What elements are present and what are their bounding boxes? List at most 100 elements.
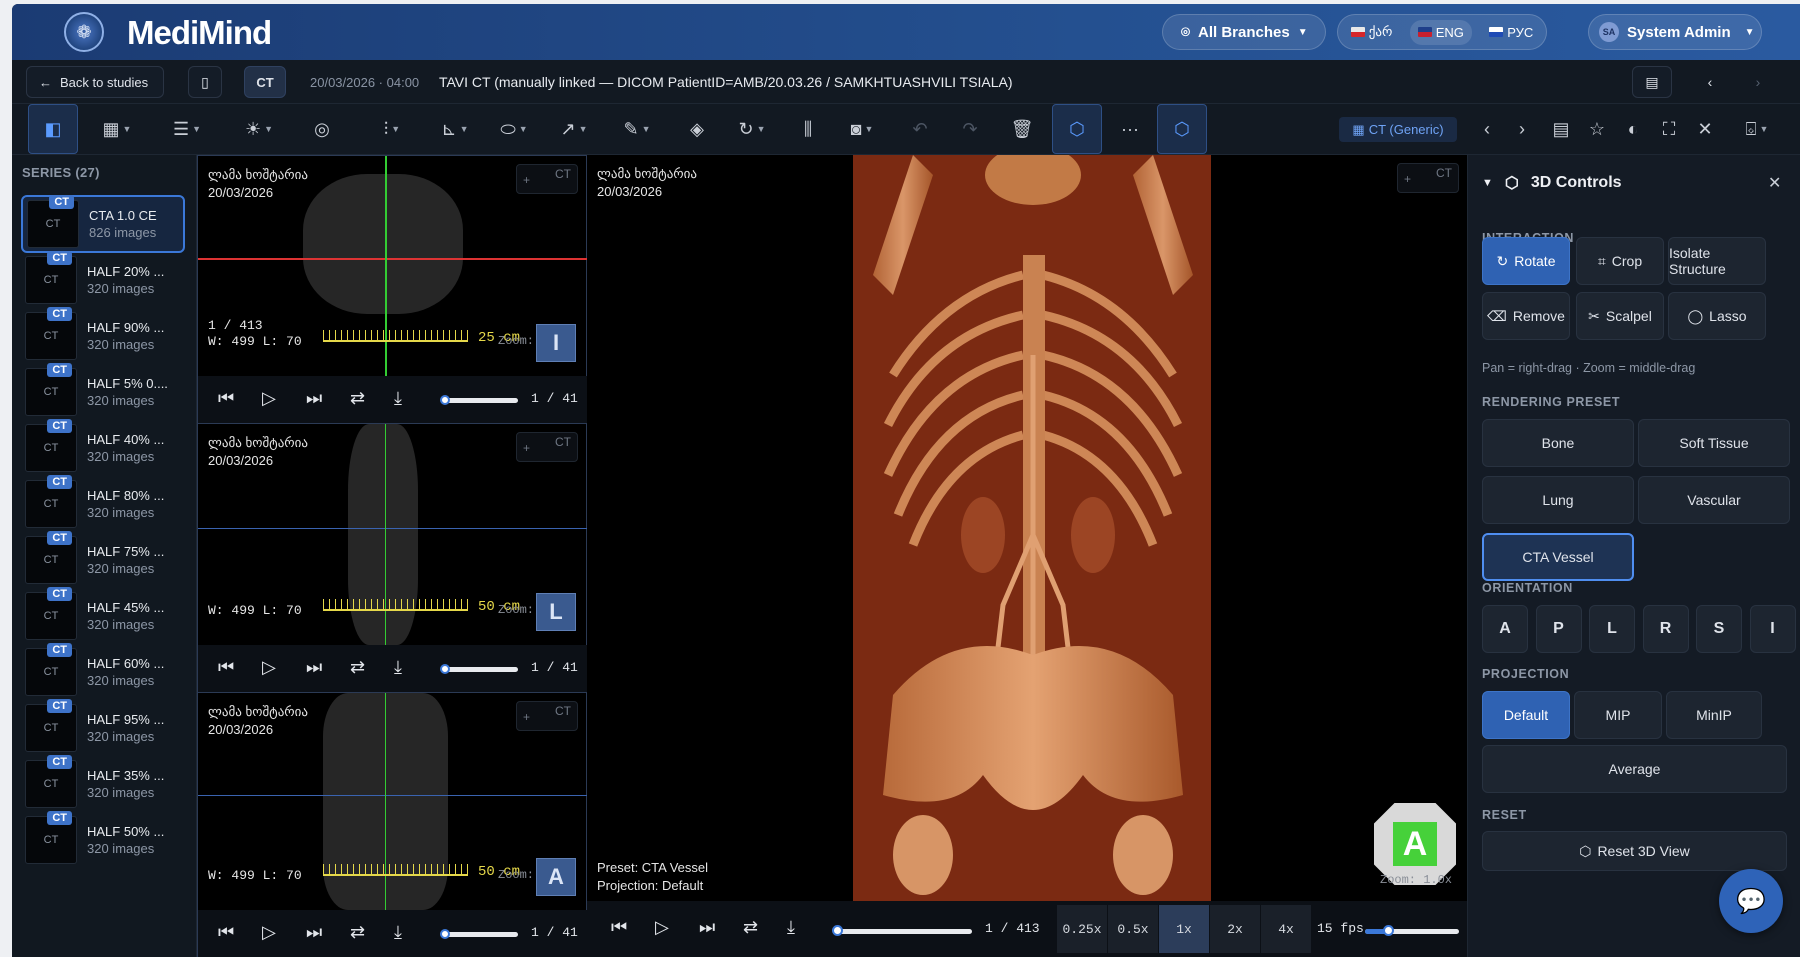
projection-button[interactable]: Average <box>1482 745 1787 793</box>
language-option[interactable]: РУС <box>1481 20 1541 45</box>
crosshair-vertical[interactable] <box>385 156 387 376</box>
series-item[interactable]: CT CT HALF 5% 0.... 320 images <box>21 363 185 421</box>
next-button[interactable]: › <box>1507 104 1537 154</box>
play-button[interactable]: ▷ <box>262 922 276 943</box>
previous-study-button[interactable]: ‹ <box>1688 66 1732 98</box>
projection-button[interactable]: MIP <box>1574 691 1662 739</box>
series-item[interactable]: CT CT HALF 50% ... 320 images <box>21 811 185 869</box>
rotate-image-button[interactable]: ↻ ▼ <box>727 104 777 154</box>
interaction-button[interactable]: ✂ Scalpel <box>1576 292 1664 340</box>
hanging-button[interactable]: ▤ <box>1544 104 1578 154</box>
favorite-button[interactable]: ☆ <box>1580 104 1614 154</box>
capture-button[interactable]: ◙ ▼ <box>837 104 887 154</box>
rendering-preset-button[interactable]: Lung <box>1482 476 1634 524</box>
layout-button[interactable]: ▦ ▼ <box>92 104 142 154</box>
series-item[interactable]: CT CT HALF 90% ... 320 images <box>21 307 185 365</box>
viewport-controls[interactable]: + CT <box>516 164 578 194</box>
language-option[interactable]: ENG <box>1409 19 1472 45</box>
orientation-button[interactable]: L <box>1589 605 1635 653</box>
viewport-controls[interactable]: + CT <box>1397 163 1459 193</box>
last-frame-button[interactable]: ⏭ <box>306 657 322 678</box>
frame-slider-handle[interactable] <box>440 395 450 405</box>
viewport-controls[interactable]: + CT <box>516 432 578 462</box>
layers-button[interactable]: ◈ <box>677 104 717 154</box>
series-item[interactable]: CT CT HALF 40% ... 320 images <box>21 419 185 477</box>
series-item[interactable]: CT CT HALF 80% ... 320 images <box>21 475 185 533</box>
loop-button[interactable]: ⇄ <box>350 922 365 943</box>
play-button[interactable]: ▷ <box>262 657 276 678</box>
window-level-button[interactable]: ☀ ▼ <box>234 104 284 154</box>
arrow-annotate-button[interactable]: ↗ ▼ <box>549 104 599 154</box>
crosshair-vertical[interactable] <box>385 693 386 910</box>
reset-3d-view-button[interactable]: ⬡ Reset 3D View <box>1482 831 1787 871</box>
next-study-button[interactable]: › <box>1736 66 1780 98</box>
frame-slider[interactable] <box>837 929 972 934</box>
sidebar-toggle-button[interactable]: ▯ <box>188 66 222 98</box>
3d-mode-button[interactable]: ⬡ <box>1052 104 1102 154</box>
frame-slider-handle[interactable] <box>832 925 843 936</box>
protocol-badge[interactable]: ▦ CT (Generic) <box>1339 117 1457 142</box>
adjust-button[interactable]: ☰ ▼ <box>162 104 212 154</box>
rendering-preset-button[interactable]: Soft Tissue <box>1638 419 1790 467</box>
play-button[interactable]: ▷ <box>655 917 669 938</box>
toggle-series-panel-button[interactable]: ◧ <box>28 104 78 154</box>
projection-button[interactable]: Default <box>1482 691 1570 739</box>
draw-button[interactable]: ✎ ▼ <box>612 104 662 154</box>
undo-button[interactable]: ↶ <box>900 104 940 154</box>
interaction-button[interactable]: ⌫ Remove <box>1482 292 1570 340</box>
mpr-viewport[interactable]: ლამა ხოშტარია 20/03/2026 + CT 1 / 413 W: 499 … <box>197 155 588 424</box>
download-button[interactable]: ⤓ <box>787 917 795 938</box>
close-panel-button[interactable]: ✕ <box>1768 173 1781 193</box>
mpr-viewport[interactable]: ლამა ხოშტარია 20/03/2026 + CT W: 499 L: 70 50… <box>197 423 588 693</box>
series-item[interactable]: CT CT HALF 75% ... 320 images <box>21 531 185 589</box>
speed-option[interactable]: 4x <box>1261 905 1311 953</box>
frame-slider[interactable] <box>443 398 518 403</box>
series-item[interactable]: CT CT HALF 45% ... 320 images <box>21 587 185 645</box>
interaction-button[interactable]: ↻ Rotate <box>1482 237 1570 285</box>
rendering-preset-button[interactable]: Bone <box>1482 419 1634 467</box>
loop-button[interactable]: ⇄ <box>350 388 365 409</box>
orientation-button[interactable]: R <box>1642 605 1689 653</box>
crosshair-vertical[interactable] <box>385 424 386 645</box>
orientation-button[interactable]: A <box>1482 605 1528 653</box>
language-option[interactable]: ქარ <box>1343 19 1401 45</box>
branch-selector[interactable]: ⌾ All Branches ▼ <box>1162 14 1326 50</box>
report-button[interactable]: ▤ <box>1632 66 1672 98</box>
download-button[interactable]: ⤓ <box>394 388 402 409</box>
loop-button[interactable]: ⇄ <box>350 657 365 678</box>
orientation-button[interactable]: P <box>1535 605 1582 653</box>
rendering-preset-button[interactable]: CTA Vessel <box>1482 533 1634 581</box>
play-button[interactable]: ▷ <box>262 388 276 409</box>
series-item[interactable]: CT CT HALF 60% ... 320 images <box>21 643 185 701</box>
last-frame-button[interactable]: ⏭ <box>306 388 322 409</box>
chat-button[interactable]: 💬 <box>1719 869 1783 933</box>
first-frame-button[interactable]: ⏮ <box>218 922 234 943</box>
interaction-button[interactable]: Isolate Structure <box>1668 237 1766 285</box>
frame-slider-handle[interactable] <box>440 929 450 939</box>
series-item[interactable]: CT CT CTA 1.0 CE 826 images <box>21 195 185 253</box>
orientation-button[interactable]: S <box>1696 605 1742 653</box>
download-button[interactable]: ⤓ <box>394 657 402 678</box>
orientation-button[interactable]: I <box>1749 605 1796 653</box>
interaction-button[interactable]: ⌗ Crop <box>1576 237 1664 285</box>
first-frame-button[interactable]: ⏮ <box>218 388 234 409</box>
fullscreen-button[interactable]: ⛶ <box>1652 104 1686 154</box>
series-item[interactable]: CT CT HALF 20% ... 320 images <box>21 251 185 309</box>
ellipse-roi-button[interactable]: ⬭ ▼ <box>489 104 539 154</box>
fps-slider-handle[interactable] <box>1383 925 1394 936</box>
frame-slider[interactable] <box>443 667 518 672</box>
last-frame-button[interactable]: ⏭ <box>699 917 715 938</box>
speed-option[interactable]: 0.5x <box>1108 905 1158 953</box>
reference-line[interactable] <box>198 795 588 796</box>
measure-button[interactable]: ⊾ ▼ <box>430 104 480 154</box>
frame-slider-handle[interactable] <box>440 664 450 674</box>
rendering-preset-button[interactable]: Vascular <box>1638 476 1790 524</box>
tools-menu-button[interactable]: ⌺ ▼ <box>1732 104 1782 154</box>
user-menu[interactable]: SA System Admin ▼ <box>1588 14 1762 50</box>
interaction-button[interactable]: ◯ Lasso <box>1668 292 1766 340</box>
speed-option[interactable]: 0.25x <box>1057 905 1107 953</box>
previous-button[interactable]: ‹ <box>1472 104 1502 154</box>
download-button[interactable]: ⤓ <box>394 922 402 943</box>
first-frame-button[interactable]: ⏮ <box>611 917 627 938</box>
mpr-viewport[interactable]: ლამა ხოშტარია 20/03/2026 + CT W: 499 L: 70 50… <box>197 692 588 957</box>
